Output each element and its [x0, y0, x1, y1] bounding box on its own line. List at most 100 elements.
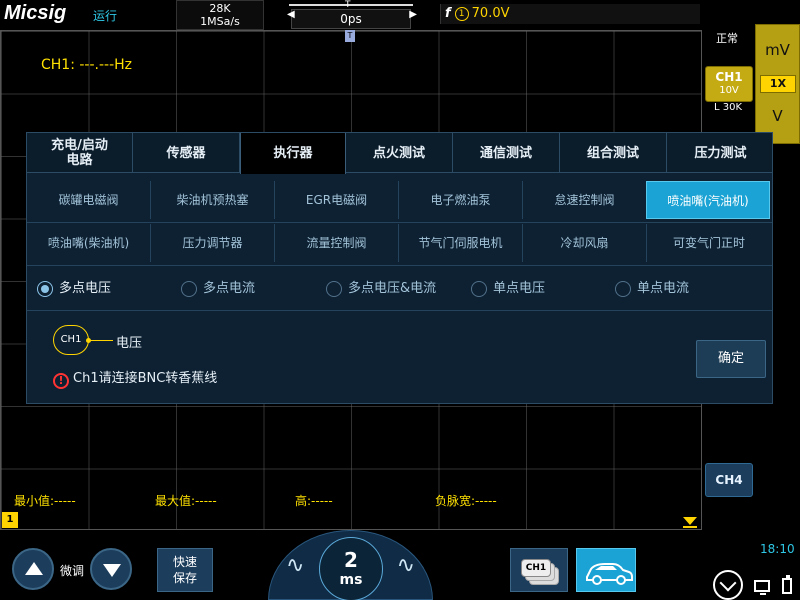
measure-neg-pulse-width: 负脉宽:-----: [435, 494, 497, 508]
radio-label: 单点电压: [493, 281, 546, 296]
sub-item-glow-plug[interactable]: 柴油机预热塞: [151, 181, 275, 219]
ch1-channel-button[interactable]: CH1 10V: [705, 66, 753, 102]
category-tabs: 充电/启动 电路 传感器 执行器 点火测试 通信测试 组合测试 压力测试: [27, 133, 774, 174]
tab-sensor[interactable]: 传感器: [133, 133, 240, 173]
sub-item-injector-diesel[interactable]: 喷油嘴(柴油机): [27, 224, 151, 262]
radio-label: 多点电压&电流: [348, 281, 437, 296]
radio-label: 多点电压: [59, 281, 112, 296]
micsig-logo: Micsig: [4, 2, 67, 24]
sub-item-throttle-servo[interactable]: 节气门伺服电机: [399, 224, 523, 262]
left-triangle-icon[interactable]: ◀: [287, 9, 295, 20]
row-divider: [27, 222, 772, 223]
automotive-mode-button[interactable]: [576, 548, 636, 592]
right-triangle-icon[interactable]: ▶: [409, 9, 417, 20]
trigger-settings[interactable]: f 1 70.0V: [440, 4, 700, 24]
radio-icon: [471, 281, 487, 297]
radio-icon: [326, 281, 342, 297]
quick-save-button[interactable]: 快速 保存: [157, 548, 213, 592]
sub-item-idle-valve[interactable]: 怠速控制阀: [523, 181, 647, 219]
timebase-unit: ms: [339, 572, 363, 588]
tab-label: 执行器: [273, 146, 313, 161]
sub-item-cooling-fan[interactable]: 冷却风扇: [523, 224, 647, 262]
connector-signal-label: 电压: [116, 336, 143, 351]
top-status-bar: Micsig 运行 28K 1MSa/s T 0ps ◀ ▶ f 1 70.0V: [0, 0, 800, 30]
timebase-knob[interactable]: 2 ms: [319, 537, 383, 600]
sub-item-egr-valve[interactable]: EGR电磁阀: [275, 181, 399, 219]
tab-label: 通信测试: [479, 145, 532, 161]
unit-v-button[interactable]: V: [756, 107, 799, 125]
run-status[interactable]: 运行: [93, 7, 117, 24]
ch1-scale: 10V: [719, 85, 739, 96]
save-label-line1: 快速: [172, 555, 197, 569]
radio-icon: [181, 281, 197, 297]
rising-edge-icon: f: [445, 6, 451, 21]
tab-label: 传感器: [166, 145, 206, 161]
fine-up-button[interactable]: [12, 548, 54, 590]
tab-pressure[interactable]: 压力测试: [667, 133, 774, 173]
trigger-level-arrow-icon: [683, 517, 697, 525]
unit-mv-button[interactable]: mV: [756, 41, 799, 59]
fine-down-button[interactable]: [90, 548, 132, 590]
tab-ignition[interactable]: 点火测试: [346, 133, 453, 173]
tab-communication[interactable]: 通信测试: [453, 133, 560, 173]
radio-label: 单点电流: [637, 281, 690, 296]
row-divider: [27, 265, 772, 266]
sub-item-pressure-regulator[interactable]: 压力调节器: [151, 224, 275, 262]
radio-single-voltage[interactable]: 单点电压: [471, 279, 545, 299]
frequency-readout: CH1: ---.---Hz: [41, 57, 133, 73]
timebase-control: ∿ 2 ms ∿: [268, 530, 433, 600]
collapse-menu-button[interactable]: [713, 570, 743, 600]
probe-ratio-button[interactable]: 1X: [760, 75, 796, 93]
chevron-down-icon: [719, 574, 737, 592]
ch4-channel-button[interactable]: CH4: [705, 463, 753, 497]
radio-label: 多点电流: [203, 281, 256, 296]
save-label-line2: 保存: [172, 571, 197, 585]
ch1-record-length: L 30K: [714, 102, 743, 113]
delay-value: 0ps: [291, 9, 411, 29]
horizontal-position[interactable]: T 0ps ◀ ▶: [275, 0, 427, 30]
timeline-bar: [289, 4, 413, 6]
connection-warning: ! Ch1请连接BNC转香蕉线: [53, 367, 217, 389]
timebase-value: 2: [344, 548, 358, 572]
fine-adjust-label: 微调: [60, 564, 85, 578]
tab-label: 压力测试: [694, 145, 747, 161]
battery-icon: [782, 575, 792, 594]
radio-multi-voltage-current[interactable]: 多点电压&电流: [326, 279, 436, 299]
trigger-channel: 1: [454, 7, 469, 21]
bottom-control-bar: 微调 快速 保存 ∿ 2 ms ∿ CH1 18:10: [0, 530, 800, 600]
sub-item-fuel-pump[interactable]: 电子燃油泵: [399, 181, 523, 219]
radio-multi-current[interactable]: 多点电流: [181, 279, 255, 299]
sub-item-injector-gasoline[interactable]: 喷油嘴(汽油机): [646, 181, 770, 219]
tab-label: 点火测试: [372, 145, 425, 161]
monitor-icon: [754, 580, 770, 595]
arrow-up-icon: [25, 562, 43, 575]
tab-charging-starting[interactable]: 充电/启动 电路: [27, 133, 133, 173]
tab-actuator[interactable]: 执行器: [240, 133, 346, 174]
acquisition-info[interactable]: 28K 1MSa/s: [176, 0, 264, 30]
unit-panel: mV 1X V: [755, 24, 800, 144]
clock: 18:10: [760, 542, 795, 556]
row-divider: [27, 310, 772, 311]
confirm-button[interactable]: 确定: [696, 340, 766, 378]
measurement-mode-group: 多点电压 多点电流 多点电压&电流 单点电压 单点电流: [27, 271, 772, 307]
trigger-level-line: [683, 526, 697, 528]
channel-stack-button[interactable]: CH1: [510, 548, 568, 592]
radio-multi-voltage[interactable]: 多点电压: [37, 279, 111, 299]
measure-max: 最大值:-----: [155, 494, 217, 508]
sub-item-vvt[interactable]: 可变气门正时: [647, 224, 771, 262]
warning-text: Ch1请连接BNC转香蕉线: [73, 371, 218, 386]
ch1-connector-icon: CH1: [53, 325, 89, 355]
trigger-mode[interactable]: 正常: [716, 30, 738, 46]
sine-wave-left-icon[interactable]: ∿: [286, 553, 304, 578]
radio-checked-icon: [37, 281, 53, 297]
arrow-down-icon: [103, 564, 121, 577]
measure-high: 高:-----: [295, 494, 333, 508]
automotive-test-dialog: 充电/启动 电路 传感器 执行器 点火测试 通信测试 组合测试 压力测试 碳罐电…: [26, 132, 773, 404]
sine-wave-right-icon[interactable]: ∿: [397, 553, 415, 578]
tab-combination[interactable]: 组合测试: [560, 133, 667, 173]
sub-item-flow-control-valve[interactable]: 流量控制阀: [275, 224, 399, 262]
sub-item-canister-valve[interactable]: 碳罐电磁阀: [27, 181, 151, 219]
ch1-ground-marker[interactable]: 1: [2, 512, 18, 528]
trigger-level: 70.0V: [471, 6, 510, 21]
radio-single-current[interactable]: 单点电流: [615, 279, 689, 299]
